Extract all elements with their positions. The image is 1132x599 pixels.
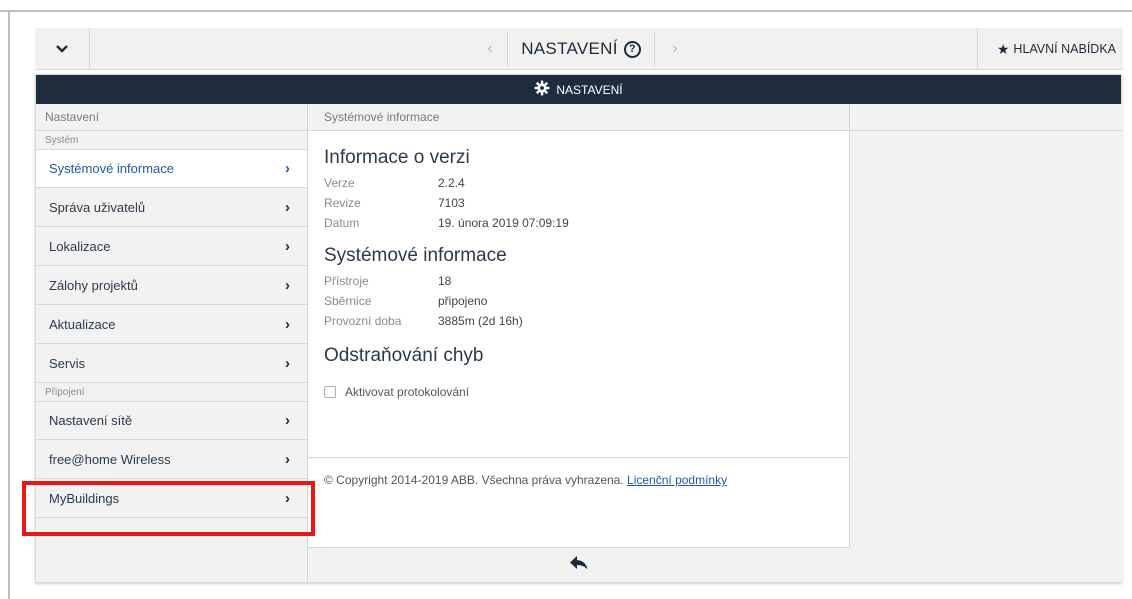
chevron-right-icon: ›: [285, 160, 290, 177]
info-value: 18: [438, 274, 452, 288]
previous-button[interactable]: ‹: [475, 28, 505, 70]
right-column-header: [850, 104, 1122, 131]
chevron-down-icon: [56, 40, 68, 58]
menu-column-header: Nastavení: [36, 104, 307, 131]
highlight-box: [22, 481, 315, 536]
menu-item-label: Zálohy projektů: [49, 277, 138, 293]
chevron-right-icon: ›: [672, 40, 678, 57]
info-value: 19. února 2019 07:09:19: [438, 216, 569, 230]
chevron-right-icon: ›: [285, 276, 290, 294]
details-column-header: Systémové informace: [308, 104, 849, 131]
window-frame-top: [0, 10, 1132, 12]
chevron-right-icon: ›: [285, 450, 290, 468]
main-menu-label: HLAVNÍ NABÍDKA: [1013, 42, 1116, 56]
gear-icon: [534, 80, 550, 99]
logging-checkbox-label: Aktivovat protokolování: [345, 385, 470, 399]
version-heading: Informace o verzi: [324, 147, 470, 168]
info-key: Sběrnice: [324, 294, 372, 308]
main-menu-button[interactable]: ★ HLAVNÍ NABÍDKA: [977, 28, 1123, 70]
debug-heading: Odstraňování chyb: [324, 345, 484, 366]
menu-item-free-home-wireless[interactable]: free@home Wireless ›: [36, 440, 307, 479]
details-pane: Systémové informace Informace o verzi Ve…: [308, 104, 850, 582]
logging-option[interactable]: Aktivovat protokolování: [324, 385, 833, 399]
section-label-system: Systém: [45, 134, 79, 146]
info-row: Revize 7103: [324, 193, 833, 213]
menu-item-label: free@home Wireless: [49, 451, 171, 467]
info-key: Verze: [324, 176, 355, 190]
menu-item-project-backups[interactable]: Zálohy projektů ›: [36, 266, 307, 305]
menu-item-label: Lokalizace: [49, 238, 111, 254]
help-icon[interactable]: ?: [623, 40, 641, 58]
details-body: Informace o verzi Verze 2.2.4 Revize 710…: [308, 131, 849, 399]
back-button[interactable]: [308, 547, 850, 582]
panel-header-title: NASTAVENÍ: [556, 82, 623, 97]
info-value: 7103: [438, 196, 465, 210]
info-key: Datum: [324, 216, 360, 230]
license-link[interactable]: Licenční podmínky: [627, 473, 727, 487]
menu-item-label: Aktualizace: [49, 316, 116, 332]
menu-item-updates[interactable]: Aktualizace ›: [36, 305, 307, 344]
menu-item-system-info[interactable]: Systémové informace ›: [36, 149, 307, 188]
menu-item-service[interactable]: Servis ›: [36, 344, 307, 383]
copyright-footer: © Copyright 2014-2019 ABB. Všechna práva…: [308, 457, 850, 547]
page-title-area: NASTAVENÍ ?: [507, 32, 655, 66]
info-row: Přístroje 18: [324, 271, 833, 291]
chevron-right-icon: ›: [285, 354, 290, 372]
page-title: NASTAVENÍ: [521, 39, 618, 58]
menu-item-localization[interactable]: Lokalizace ›: [36, 227, 307, 266]
info-value: 3885m (2d 16h): [438, 314, 523, 328]
copyright-text: © Copyright 2014-2019 ABB. Všechna práva…: [324, 473, 624, 487]
menu-item-network-settings[interactable]: Nastavení sítě ›: [36, 401, 307, 440]
next-button[interactable]: ›: [660, 28, 690, 70]
info-value: připojeno: [438, 294, 488, 308]
chevron-right-icon: ›: [285, 237, 290, 255]
chevron-left-icon: ‹: [487, 40, 493, 57]
logging-checkbox[interactable]: [324, 386, 336, 398]
info-key: Revize: [324, 196, 361, 210]
menu-item-label: Nastavení sítě: [49, 413, 133, 428]
panel-header: NASTAVENÍ: [36, 75, 1121, 104]
system-info-heading: Systémové informace: [324, 245, 507, 266]
info-key: Provozní doba: [324, 314, 402, 328]
chevron-right-icon: ›: [285, 198, 290, 216]
info-row: Datum 19. února 2019 07:09:19: [324, 213, 833, 233]
top-bar: ‹ NASTAVENÍ ? › ★ HLAVNÍ NABÍDKA: [35, 28, 1123, 70]
info-key: Přístroje: [324, 274, 369, 288]
menu-item-label: Správa uživatelů: [49, 199, 146, 215]
menu-item-label: Systémové informace: [49, 161, 174, 176]
info-row: Provozní doba 3885m (2d 16h): [324, 311, 833, 331]
section-label-connection: Připojení: [45, 386, 85, 398]
menu-item-user-management[interactable]: Správa uživatelů ›: [36, 188, 307, 227]
info-row: Verze 2.2.4: [324, 173, 833, 193]
window-frame-left: [8, 10, 10, 599]
info-value: 2.2.4: [438, 176, 465, 190]
collapse-button[interactable]: [35, 28, 90, 70]
star-icon: ★: [996, 40, 1010, 57]
right-pane: [850, 104, 1122, 582]
back-arrow-icon: [569, 555, 589, 576]
chevron-right-icon: ›: [285, 412, 290, 429]
info-row: Sběrnice připojeno: [324, 291, 833, 311]
chevron-right-icon: ›: [285, 315, 290, 333]
menu-item-label: Servis: [49, 355, 86, 371]
title-navigation: ‹ NASTAVENÍ ? ›: [475, 28, 705, 70]
